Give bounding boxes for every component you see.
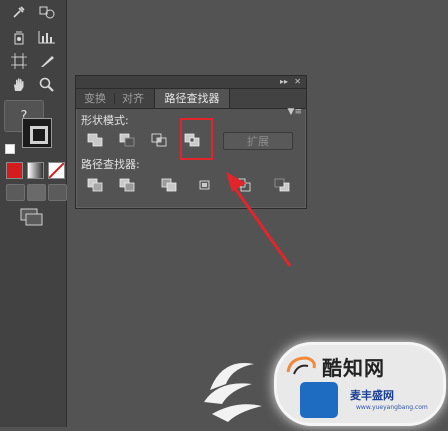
gradient-mode-icon[interactable] <box>27 162 44 179</box>
screen-mode-icon[interactable] <box>20 208 44 226</box>
intersect-icon[interactable] <box>148 130 170 150</box>
artboard-icon[interactable] <box>8 51 30 71</box>
panel-header[interactable]: ▸▸ ✕ <box>76 76 306 89</box>
column-graph-icon[interactable] <box>36 27 58 47</box>
pathfinders-label: 路径查找器: <box>81 158 140 171</box>
watermark-swirl-icon <box>284 354 318 378</box>
close-x-icon[interactable]: ✕ <box>294 76 301 88</box>
watermark-logo <box>192 350 278 427</box>
outline-icon[interactable] <box>232 175 254 195</box>
tab-pathfinder[interactable]: 路径查找器 <box>154 89 230 108</box>
default-colors-icon[interactable] <box>5 144 15 154</box>
unite-icon[interactable] <box>84 130 106 150</box>
crop-icon[interactable] <box>194 175 216 195</box>
watermark-url: www.yueyangbang.com <box>356 404 428 411</box>
panel-tabs: 变换 对齐 路径查找器 ▼≡ <box>76 89 306 117</box>
eyedropper-icon[interactable] <box>8 2 30 22</box>
stroke-swatch[interactable] <box>30 126 48 144</box>
color-mode-icon[interactable] <box>6 162 23 179</box>
tab-align[interactable]: 对齐 <box>116 89 150 108</box>
watermark-title: 酷知网 <box>322 356 385 380</box>
minus-front-icon[interactable] <box>116 130 138 150</box>
double-chevron-right-icon[interactable]: ▸▸ <box>280 76 288 88</box>
draw-behind-icon[interactable] <box>27 184 46 201</box>
watermark-subtitle: 麦丰盛网 <box>350 389 394 402</box>
trim-icon[interactable] <box>116 175 138 195</box>
merge-icon[interactable] <box>158 175 180 195</box>
highlight-box <box>180 118 213 160</box>
tools-panel: ? <box>0 0 67 427</box>
symbol-sprayer-icon[interactable] <box>8 27 30 47</box>
zoom-icon[interactable] <box>36 75 58 95</box>
none-mode-icon[interactable] <box>48 162 65 179</box>
panel-menu-icon[interactable]: ▼≡ <box>288 106 302 118</box>
hand-icon[interactable] <box>8 75 30 95</box>
draw-inside-icon[interactable] <box>48 184 67 201</box>
divide-icon[interactable] <box>84 175 106 195</box>
expand-button[interactable]: 扩展 <box>223 132 293 150</box>
shape-modes-label: 形状模式: <box>81 114 129 127</box>
blend-icon[interactable] <box>36 2 58 22</box>
slice-icon[interactable] <box>36 51 58 71</box>
watermark-app-icon <box>300 382 338 418</box>
minus-back-icon[interactable] <box>271 175 293 195</box>
tab-divider <box>114 93 115 104</box>
draw-normal-icon[interactable] <box>6 184 25 201</box>
tab-transform[interactable]: 变换 <box>78 89 112 108</box>
